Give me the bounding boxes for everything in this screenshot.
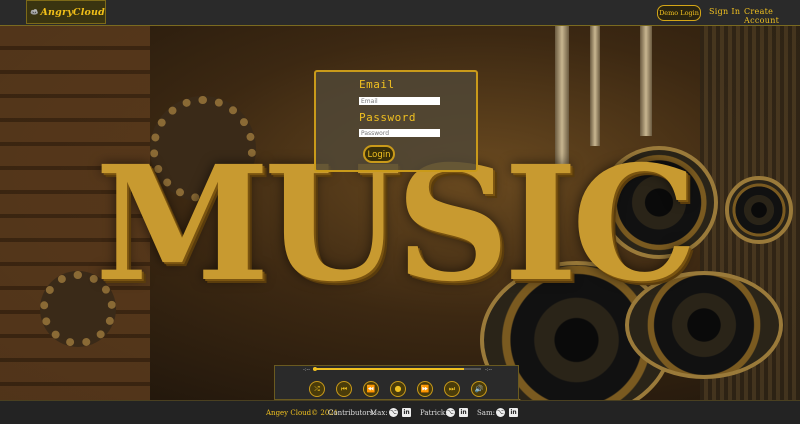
create-account-link[interactable]: Create Account [744, 7, 800, 25]
logo-text: AngryCloud [40, 6, 105, 18]
angry-cloud-icon [30, 9, 38, 15]
linkedin-icon[interactable]: in [402, 408, 411, 417]
skip-previous-icon: ⏮ [340, 385, 348, 393]
contributor-name: Sam: [477, 409, 495, 417]
rewind-icon: ⏪ [366, 385, 376, 393]
demo-login-button[interactable]: Demo Login [657, 5, 701, 21]
fast-forward-icon: ⏩ [420, 385, 430, 393]
password-input[interactable] [359, 129, 440, 137]
skip-next-button[interactable]: ⏭ [444, 381, 460, 397]
progress-fill [313, 368, 465, 370]
shuffle-icon: ⤮ [314, 385, 320, 393]
progress-bar[interactable] [313, 367, 481, 371]
volume-button[interactable]: 🔊 [471, 381, 487, 397]
shuffle-button[interactable]: ⤮ [309, 381, 325, 397]
play-button[interactable]: ● [390, 381, 406, 397]
pipe-decoration [590, 26, 600, 146]
play-icon: ● [394, 384, 402, 393]
password-label: Password [359, 111, 416, 124]
volume-icon: 🔊 [474, 385, 484, 393]
email-input[interactable] [359, 97, 440, 105]
duration: -:-- [485, 367, 493, 373]
contributor-name: Patrick: [420, 409, 448, 417]
contributor-name: Max: [370, 409, 388, 417]
pipe-decoration [640, 26, 652, 136]
progress-thumb[interactable] [313, 367, 317, 371]
login-form: Email Password Login [314, 70, 478, 172]
fast-forward-button[interactable]: ⏩ [417, 381, 433, 397]
navbar: AngryCloud Demo Login Sign In Create Acc… [0, 0, 800, 26]
logo[interactable]: AngryCloud [26, 0, 106, 24]
speaker-decoration [725, 176, 793, 244]
music-player: -:-- -:-- ⤮ ⏮ ⏪ ● ⏩ ⏭ 🔊 [274, 365, 519, 400]
skip-previous-button[interactable]: ⏮ [336, 381, 352, 397]
email-label: Email [359, 78, 395, 91]
skip-next-icon: ⏭ [448, 385, 456, 393]
github-icon[interactable]: ⌥ [496, 408, 505, 417]
contributors-label: Contributors: [328, 409, 376, 417]
footer: Angey Cloud© 2021 Contributors: Max: ⌥ i… [0, 400, 800, 424]
github-icon[interactable]: ⌥ [446, 408, 455, 417]
linkedin-icon[interactable]: in [459, 408, 468, 417]
github-icon[interactable]: ⌥ [389, 408, 398, 417]
rewind-button[interactable]: ⏪ [363, 381, 379, 397]
sign-in-link[interactable]: Sign In [709, 7, 740, 16]
login-button[interactable]: Login [363, 145, 395, 163]
linkedin-icon[interactable]: in [509, 408, 518, 417]
current-time: -:-- [303, 367, 311, 373]
